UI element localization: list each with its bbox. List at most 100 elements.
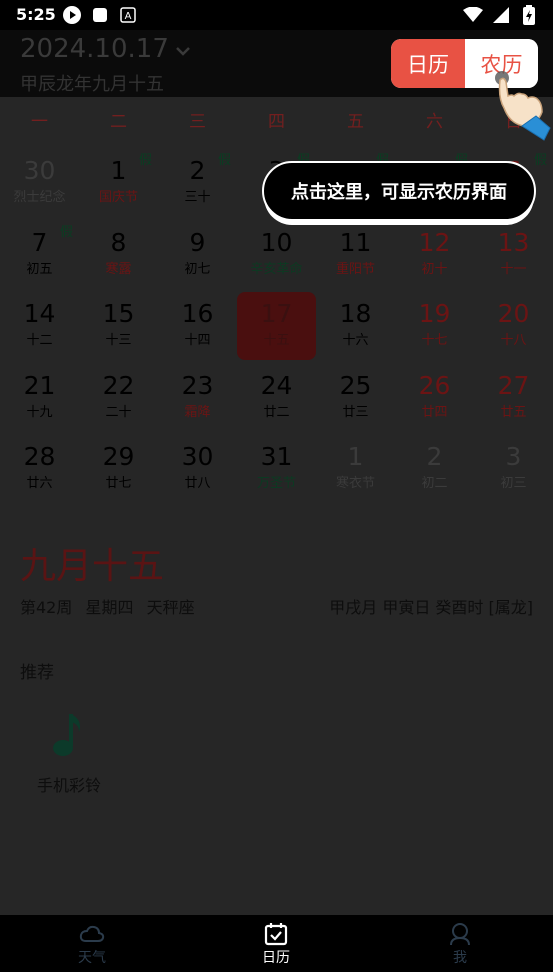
day-number: 9 bbox=[189, 227, 206, 257]
day-cell[interactable]: 9 初七 bbox=[158, 221, 237, 289]
day-lunar-label: 廿五 bbox=[500, 404, 527, 420]
chevron-down-icon bbox=[175, 34, 191, 64]
week-number: 第42周 bbox=[20, 598, 73, 617]
day-number: 14 bbox=[23, 299, 56, 328]
day-cell[interactable]: 10 辛亥革命 bbox=[237, 221, 316, 289]
ringtone-item[interactable]: 手机彩铃 bbox=[34, 710, 104, 796]
weekday-label: 四 bbox=[268, 112, 285, 132]
day-number: 11 bbox=[339, 227, 372, 257]
day-cell[interactable]: 26 廿四 bbox=[395, 364, 474, 432]
nav-me[interactable]: 我 bbox=[368, 915, 552, 972]
date-info-line: 第42周 星期四 天秤座 甲戌月 甲寅日 癸酉时 [属龙] bbox=[20, 594, 533, 618]
play-icon bbox=[62, 5, 82, 25]
day-cell-today[interactable]: 17 十五 bbox=[237, 292, 316, 360]
weekday-header: 一二三四五六日 bbox=[0, 107, 553, 137]
day-cell[interactable]: 1 国庆节假 bbox=[79, 149, 158, 217]
day-cell[interactable]: 30 廿八 bbox=[158, 435, 237, 503]
day-cell[interactable]: 20 十八 bbox=[474, 292, 553, 360]
day-cell[interactable]: 2 初二 bbox=[395, 435, 474, 503]
weekday-label: 三 bbox=[189, 112, 206, 132]
day-number: 10 bbox=[260, 227, 293, 257]
day-cell[interactable]: 24 廿二 bbox=[237, 364, 316, 432]
battery-icon bbox=[519, 5, 539, 25]
current-date: 2024.10.17 bbox=[20, 34, 169, 64]
day-cell[interactable]: 14 十二 bbox=[0, 292, 79, 360]
holiday-badge: 假 bbox=[533, 153, 547, 168]
day-lunar-label: 辛亥革命 bbox=[250, 261, 303, 277]
day-cell[interactable]: 18 十六 bbox=[316, 292, 395, 360]
day-lunar-label: 十一 bbox=[500, 261, 527, 277]
font-icon: A bbox=[118, 5, 138, 25]
day-cell[interactable]: 11 重阳节 bbox=[316, 221, 395, 289]
day-number: 18 bbox=[339, 299, 372, 328]
day-cell[interactable]: 3 初三 bbox=[474, 435, 553, 503]
day-lunar-label: 万圣节 bbox=[256, 476, 296, 491]
day-lunar-label: 三十 bbox=[184, 190, 211, 205]
guide-tooltip[interactable]: 点击这里，可显示农历界面 bbox=[262, 161, 536, 221]
pointing-hand-icon bbox=[492, 68, 552, 142]
day-lunar-label: 重阳节 bbox=[335, 261, 375, 277]
day-lunar-label: 廿三 bbox=[342, 404, 369, 420]
day-lunar-label: 烈士纪念 bbox=[13, 190, 66, 205]
day-cell[interactable]: 2 三十假 bbox=[158, 149, 237, 217]
status-time: 5:25 bbox=[16, 5, 56, 24]
day-number: 17 bbox=[260, 299, 293, 328]
day-cell[interactable]: 30 烈士纪念 bbox=[0, 149, 79, 217]
solar-mode-button[interactable]: 日历 bbox=[391, 39, 465, 88]
guide-tooltip-text: 点击这里，可显示农历界面 bbox=[291, 182, 507, 203]
day-cell[interactable]: 22 二十 bbox=[79, 364, 158, 432]
day-number: 8 bbox=[110, 227, 127, 257]
day-number: 28 bbox=[23, 442, 56, 471]
day-lunar-label: 初七 bbox=[184, 261, 211, 277]
day-cell[interactable]: 23 霜降 bbox=[158, 364, 237, 432]
day-cell[interactable]: 28 廿六 bbox=[0, 435, 79, 503]
day-cell[interactable]: 7 初五假 bbox=[0, 221, 79, 289]
day-cell[interactable]: 16 十四 bbox=[158, 292, 237, 360]
recommend-title: 推荐 bbox=[20, 663, 54, 683]
bottom-nav: 天气 日历 我 bbox=[0, 915, 553, 972]
music-note-icon bbox=[49, 714, 89, 764]
day-number: 2 bbox=[426, 442, 443, 471]
day-cell[interactable]: 27 廿五 bbox=[474, 364, 553, 432]
day-cell[interactable]: 12 初十 bbox=[395, 221, 474, 289]
square-icon bbox=[90, 5, 110, 25]
day-number: 19 bbox=[418, 299, 451, 328]
holiday-badge: 假 bbox=[59, 224, 73, 240]
nav-calendar-label: 日历 bbox=[262, 949, 290, 966]
day-cell[interactable]: 13 十一 bbox=[474, 221, 553, 289]
day-number: 13 bbox=[497, 227, 530, 257]
day-lunar-label: 十四 bbox=[184, 333, 211, 348]
day-number: 30 bbox=[23, 156, 56, 185]
day-number: 26 bbox=[418, 370, 451, 400]
day-lunar-label: 廿四 bbox=[421, 404, 448, 420]
day-lunar-label: 初五 bbox=[26, 261, 53, 277]
day-cell[interactable]: 21 十九 bbox=[0, 364, 79, 432]
day-number: 3 bbox=[505, 442, 522, 471]
day-cell[interactable]: 1 寒衣节 bbox=[316, 435, 395, 503]
day-lunar-label: 寒衣节 bbox=[335, 476, 375, 491]
weekday-text: 星期四 bbox=[85, 598, 134, 617]
day-number: 22 bbox=[102, 370, 135, 400]
day-cell[interactable]: 8 寒露 bbox=[79, 221, 158, 289]
cloud-icon bbox=[79, 921, 105, 947]
nav-weather-label: 天气 bbox=[78, 949, 106, 966]
day-number: 25 bbox=[339, 370, 372, 400]
day-cell[interactable]: 19 十七 bbox=[395, 292, 474, 360]
day-lunar-label: 十九 bbox=[26, 404, 53, 420]
day-number: 12 bbox=[418, 227, 451, 257]
day-lunar-label: 初二 bbox=[421, 476, 448, 491]
status-icons-left: A bbox=[62, 5, 138, 25]
day-cell[interactable]: 25 廿三 bbox=[316, 364, 395, 432]
day-cell[interactable]: 29 廿七 bbox=[79, 435, 158, 503]
day-lunar-label: 廿二 bbox=[263, 404, 290, 420]
signal-icon bbox=[491, 5, 511, 25]
nav-weather[interactable]: 天气 bbox=[0, 915, 184, 972]
day-number: 21 bbox=[23, 370, 56, 400]
day-cell[interactable]: 15 十三 bbox=[79, 292, 158, 360]
day-lunar-label: 廿六 bbox=[26, 476, 53, 491]
date-selector[interactable]: 2024.10.17 bbox=[20, 34, 191, 64]
day-lunar-label: 十三 bbox=[105, 333, 132, 348]
day-lunar-label: 初十 bbox=[421, 261, 448, 277]
day-cell[interactable]: 31 万圣节 bbox=[237, 435, 316, 503]
nav-calendar[interactable]: 日历 bbox=[184, 915, 368, 972]
